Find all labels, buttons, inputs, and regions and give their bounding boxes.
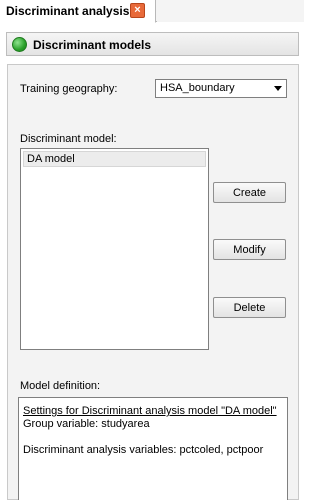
discriminant-model-list[interactable]: DA model — [20, 148, 209, 350]
training-geography-value: HSA_boundary — [160, 82, 235, 94]
status-indicator-icon — [12, 37, 27, 52]
modify-button[interactable]: Modify — [213, 239, 286, 260]
definition-title-line: Settings for Discriminant analysis model… — [23, 405, 277, 417]
tab-strip-empty-area — [157, 0, 304, 22]
training-geography-select[interactable]: HSA_boundary — [155, 79, 287, 98]
delete-button[interactable]: Delete — [213, 297, 286, 318]
chevron-down-icon[interactable] — [274, 86, 282, 91]
create-button[interactable]: Create — [213, 182, 286, 203]
definition-variables-line: Discriminant analysis variables: pctcole… — [23, 444, 264, 456]
panel-header: Discriminant models — [6, 32, 299, 56]
tab-label: Discriminant analysis — [6, 4, 130, 18]
tab-discriminant-analysis[interactable]: Discriminant analysis × — [0, 0, 156, 23]
model-definition-label: Model definition: — [20, 380, 101, 392]
definition-group-variable-line: Group variable: studyarea — [23, 418, 150, 430]
model-definition-text[interactable]: Settings for Discriminant analysis model… — [18, 397, 288, 500]
discriminant-model-label: Discriminant model: — [20, 133, 117, 145]
definition-blank-line — [23, 431, 283, 444]
tab-strip: Discriminant analysis × — [0, 0, 304, 23]
list-item[interactable]: DA model — [23, 151, 206, 167]
panel-title: Discriminant models — [33, 38, 152, 52]
training-geography-label: Training geography: — [20, 83, 118, 95]
close-icon[interactable]: × — [130, 3, 145, 18]
